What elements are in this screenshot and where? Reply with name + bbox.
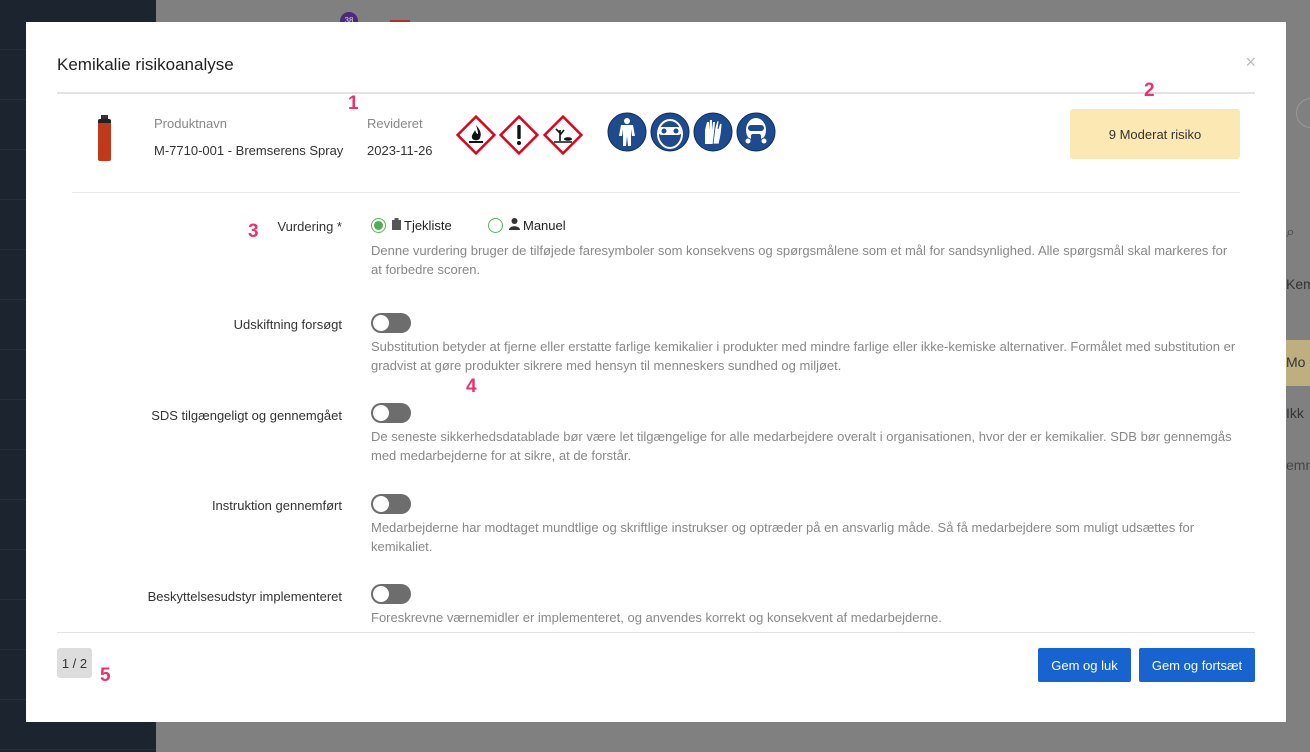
toggle-beskyttelsesudstyr[interactable] [371, 584, 411, 604]
goggles-icon [650, 112, 690, 152]
revised-label: Revideret [367, 116, 423, 131]
annotation-marker: 2 [1144, 80, 1155, 101]
clipboard-icon [392, 218, 401, 233]
environment-hazard-icon [543, 115, 583, 155]
question-label: SDS tilgængeligt og gennemgået [151, 408, 342, 423]
save-close-button[interactable]: Gem og luk [1038, 648, 1131, 682]
close-button[interactable]: × [1245, 52, 1256, 73]
radio-label: Manuel [523, 218, 566, 233]
flammable-icon [456, 115, 496, 155]
radio-button-checked[interactable] [371, 218, 386, 233]
toggle-udskiftning[interactable] [371, 313, 411, 333]
divider [57, 92, 1255, 94]
page-indicator: 1 / 2 [57, 648, 92, 678]
radio-tjekliste[interactable]: Tjekliste [371, 218, 452, 233]
product-image [96, 115, 113, 161]
respirator-icon [736, 112, 776, 152]
question-description: Medarbejderne har modtaget mundtlige og … [371, 520, 1195, 554]
background-text: emne [1286, 457, 1310, 473]
risk-analysis-modal: Kemikalie risikoanalyse × 1 2 3 4 5 Prod… [26, 22, 1286, 722]
radio-label: Tjekliste [404, 218, 452, 233]
assessment-label: Vurdering * [277, 219, 342, 234]
product-name-value: M-7710-001 - Bremserens Spray [154, 143, 344, 158]
background-search-icon: ⌕ [1286, 224, 1295, 241]
background-right-panel: ⌕ Kem Mo Ikk emne [1286, 0, 1310, 752]
background-text: Mo [1286, 354, 1306, 370]
question-label: Instruktion gennemført [211, 498, 342, 513]
gloves-icon [693, 112, 733, 152]
radio-manuel[interactable]: Manuel [488, 218, 566, 233]
product-name-label: Produktnavn [154, 116, 227, 131]
divider [72, 192, 1240, 193]
protective-suit-icon [607, 112, 647, 152]
modal-title: Kemikalie risikoanalyse [57, 55, 234, 74]
user-icon [509, 218, 520, 233]
question-description: Foreskrevne værnemidler er implementeret… [371, 610, 942, 625]
save-continue-button[interactable]: Gem og fortsæt [1139, 648, 1255, 682]
background-circle-button [1296, 98, 1310, 128]
question-label: Udskiftning forsøgt [233, 317, 342, 332]
divider [57, 632, 1255, 633]
question-label: Beskyttelsesudstyr implementeret [147, 589, 342, 604]
toggle-instruktion[interactable] [371, 494, 411, 514]
radio-button[interactable] [488, 218, 503, 233]
toggle-sds[interactable] [371, 403, 411, 423]
revised-value: 2023-11-26 [367, 143, 433, 158]
annotation-marker: 1 [348, 93, 359, 114]
background-text: Ikk [1286, 405, 1304, 421]
risk-score-badge: 9 Moderat risiko [1070, 109, 1240, 159]
question-description: Substitution betyder at fjerne eller ers… [371, 339, 1236, 373]
annotation-marker: 4 [466, 376, 477, 397]
background-text: Kem [1286, 276, 1310, 292]
annotation-marker: 3 [248, 221, 259, 242]
annotation-marker: 5 [100, 665, 111, 686]
assessment-description: Denne vurdering bruger de tilføjede fare… [371, 243, 1228, 277]
question-description: De seneste sikkerhedsdatablade bør være … [371, 429, 1232, 463]
exclamation-icon [499, 115, 539, 155]
